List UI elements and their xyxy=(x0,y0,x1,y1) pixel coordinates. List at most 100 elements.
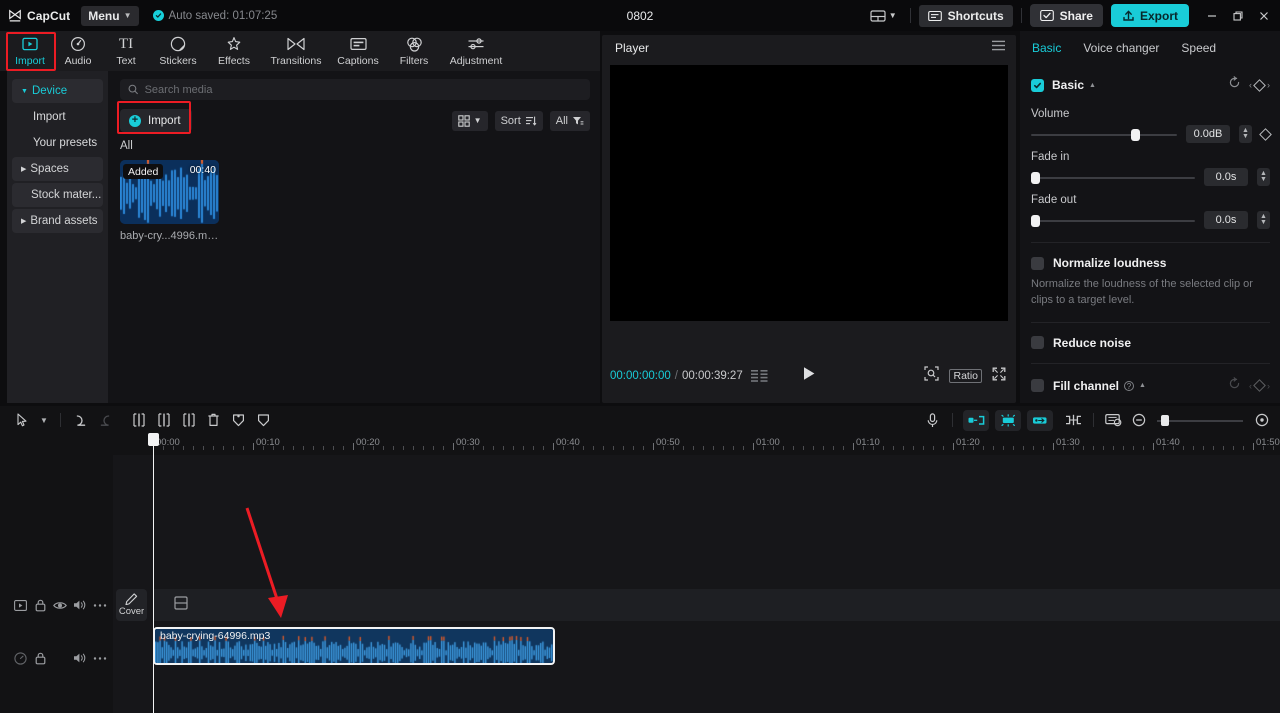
help-icon[interactable]: ? xyxy=(1124,380,1135,391)
search-input[interactable] xyxy=(144,83,582,96)
menu-button[interactable]: Menu ▼ xyxy=(81,5,139,26)
speed-ramp-button[interactable] xyxy=(1027,409,1053,431)
volume-stepper[interactable]: ▲ ▼ xyxy=(1239,125,1252,143)
audio-track-icon[interactable] xyxy=(10,648,30,668)
reduce-noise-checkbox[interactable] xyxy=(1031,336,1044,350)
fade-in-stepper[interactable]: ▲ ▼ xyxy=(1257,168,1270,186)
tab-import[interactable]: Import xyxy=(6,32,54,70)
tab-audio[interactable]: Audio xyxy=(54,32,102,70)
tab-stickers[interactable]: Stickers xyxy=(150,32,206,70)
tab-text[interactable]: TI Text xyxy=(102,32,150,70)
audio-clip[interactable]: baby-crying-64996.mp3 xyxy=(153,627,555,665)
delete-button[interactable] xyxy=(201,409,226,431)
timeline-zoom-slider[interactable] xyxy=(1157,414,1243,427)
tab-transitions[interactable]: Transitions xyxy=(262,32,330,70)
view-mode-button[interactable]: ▼ xyxy=(451,110,488,131)
playhead[interactable] xyxy=(148,433,159,713)
player-video-stage[interactable] xyxy=(610,65,1008,321)
trim-right-button[interactable] xyxy=(176,409,201,431)
add-transition-button[interactable] xyxy=(1061,409,1086,431)
ratio-button[interactable]: Ratio xyxy=(949,369,982,383)
lock-icon[interactable] xyxy=(30,595,50,615)
share-button[interactable]: Share xyxy=(1029,4,1103,27)
volume-value[interactable]: 0.0dB xyxy=(1186,125,1230,143)
keyframe-next-icon[interactable]: › xyxy=(1267,80,1270,90)
chevron-up-icon[interactable]: ▲ xyxy=(1139,382,1146,389)
maximize-button[interactable] xyxy=(1225,3,1251,29)
fade-in-value[interactable]: 0.0s xyxy=(1204,168,1248,186)
normalize-loudness-checkbox[interactable] xyxy=(1031,256,1044,270)
cover-button[interactable]: Cover xyxy=(116,589,147,621)
video-track-row[interactable] xyxy=(153,589,1280,621)
auto-cut-button[interactable] xyxy=(963,409,989,431)
sidebar-item-stock-materials[interactable]: Stock mater... xyxy=(12,183,103,207)
auto-adjust-button[interactable] xyxy=(995,409,1021,431)
layout-button[interactable]: ▼ xyxy=(865,6,902,26)
redo-button[interactable] xyxy=(93,409,118,431)
slider-knob[interactable] xyxy=(1031,171,1040,184)
save-draft-icon[interactable] xyxy=(174,596,188,615)
player-menu-button[interactable] xyxy=(991,39,1006,57)
playhead-handle[interactable] xyxy=(148,433,159,446)
mirror-button[interactable] xyxy=(251,409,276,431)
filter-button[interactable]: All xyxy=(549,110,590,131)
snapshot-button[interactable] xyxy=(1101,409,1126,431)
sidebar-item-spaces[interactable]: ▶ Spaces xyxy=(12,157,103,181)
tab-effects[interactable]: Effects xyxy=(206,32,262,70)
sidebar-item-brand-assets[interactable]: ▶ Brand assets xyxy=(12,209,103,233)
zoom-out-button[interactable] xyxy=(1126,409,1151,431)
more-icon[interactable] xyxy=(90,648,110,668)
shortcuts-button[interactable]: Shortcuts xyxy=(918,4,1013,27)
lock-icon[interactable] xyxy=(30,648,50,668)
slider-knob[interactable] xyxy=(1031,214,1040,227)
speaker-icon[interactable] xyxy=(70,648,90,668)
split-button[interactable] xyxy=(126,409,151,431)
sidebar-item-your-presets[interactable]: Your presets xyxy=(12,131,103,155)
zoom-fit-timeline-button[interactable] xyxy=(1249,409,1274,431)
select-tool-button[interactable] xyxy=(10,409,35,431)
current-timecode[interactable]: 00:00:00:00 xyxy=(610,370,671,382)
media-card[interactable]: Added 00:40 baby-cry...4996.mp3 xyxy=(120,160,219,242)
undo-button[interactable] xyxy=(68,409,93,431)
keyframe-icon[interactable] xyxy=(1253,78,1266,92)
tab-filters[interactable]: Filters xyxy=(386,32,442,70)
fade-out-value[interactable]: 0.0s xyxy=(1204,211,1248,229)
minimize-button[interactable] xyxy=(1199,3,1225,29)
import-media-button[interactable]: + Import xyxy=(120,109,192,132)
tab-adjustment[interactable]: Adjustment xyxy=(442,32,510,70)
media-thumbnail[interactable]: Added 00:40 xyxy=(120,160,219,224)
sidebar-item-device[interactable]: ▼ Device xyxy=(12,79,103,103)
close-button[interactable] xyxy=(1251,3,1277,29)
search-media-box[interactable] xyxy=(120,79,590,100)
slider-knob[interactable] xyxy=(1131,128,1140,141)
reset-button[interactable] xyxy=(1228,377,1241,395)
fade-out-stepper[interactable]: ▲ ▼ xyxy=(1257,211,1270,229)
tab-voice-changer[interactable]: Voice changer xyxy=(1083,41,1159,55)
speaker-icon[interactable] xyxy=(70,595,90,615)
keyframe-prev-icon[interactable]: ‹ xyxy=(1249,381,1252,391)
keyframe-prev-icon[interactable]: ‹ xyxy=(1249,80,1252,90)
chevron-up-icon[interactable]: ▲ xyxy=(1089,82,1096,89)
microphone-button[interactable] xyxy=(920,409,945,431)
tab-captions[interactable]: Captions xyxy=(330,32,386,70)
timeline-ruler[interactable]: 00:00 00:10 00:20 00:30 00:40 00:50 01:00 01:10… xyxy=(0,434,1280,455)
tool-dropdown-button[interactable]: ▼ xyxy=(35,409,53,431)
quality-lines-icon[interactable] xyxy=(750,370,768,382)
volume-slider[interactable] xyxy=(1031,128,1177,141)
video-track-icon[interactable] xyxy=(10,595,30,615)
sidebar-item-import[interactable]: Import xyxy=(12,105,103,129)
reset-button[interactable] xyxy=(1228,76,1241,94)
more-icon[interactable] xyxy=(90,595,110,615)
sort-button[interactable]: Sort xyxy=(494,110,543,131)
freeze-button[interactable] xyxy=(226,409,251,431)
tab-basic[interactable]: Basic xyxy=(1032,41,1061,55)
keyframe-next-icon[interactable]: › xyxy=(1267,381,1270,391)
trim-left-button[interactable] xyxy=(151,409,176,431)
export-button[interactable]: Export xyxy=(1110,4,1189,27)
keyframe-icon[interactable] xyxy=(1259,127,1272,141)
eye-icon[interactable] xyxy=(50,595,70,615)
fullscreen-button[interactable] xyxy=(992,367,1006,386)
slider-knob[interactable] xyxy=(1161,414,1169,426)
basic-checkbox[interactable] xyxy=(1031,78,1044,92)
tab-speed[interactable]: Speed xyxy=(1181,41,1216,55)
